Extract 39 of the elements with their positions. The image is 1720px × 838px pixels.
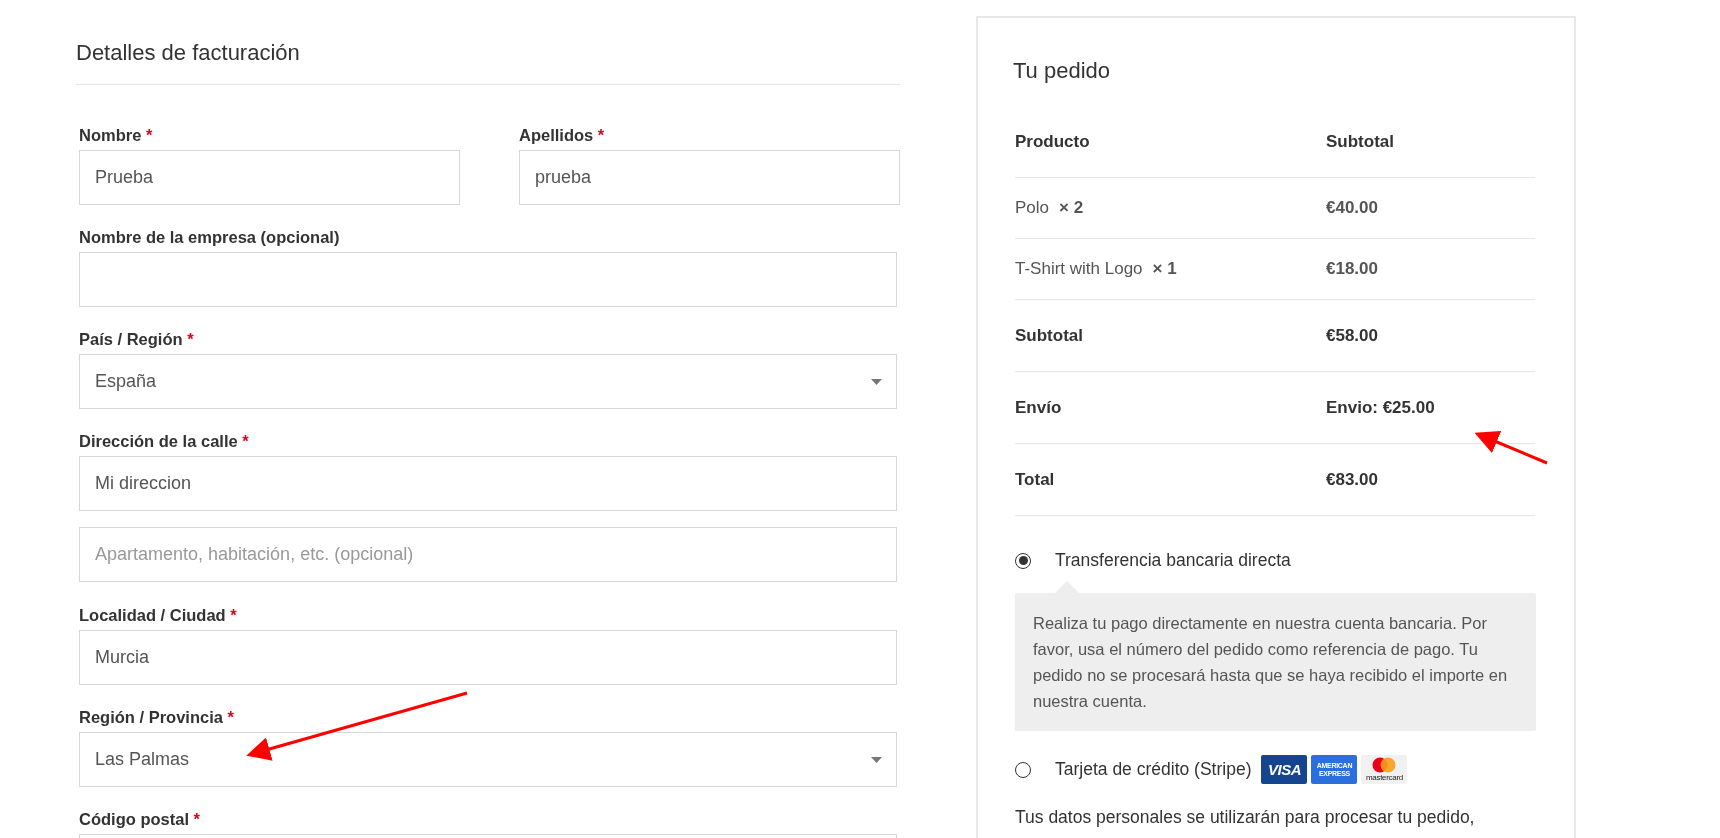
field-label: Apellidos * <box>519 125 605 145</box>
payment-method-label[interactable]: Transferencia bancaria directa <box>1055 550 1291 571</box>
mastercard-logo: mastercard <box>1361 755 1408 784</box>
column-header: Producto <box>1015 131 1090 152</box>
visa-logo: VISA <box>1261 755 1308 784</box>
price-text: €40.00 <box>1326 198 1378 218</box>
select-field[interactable]: Las Palmas <box>79 732 897 787</box>
column-header: Subtotal <box>1326 131 1394 152</box>
caret-icon <box>871 379 882 385</box>
caret-icon <box>871 757 882 763</box>
field-label: Nombre * <box>79 125 153 145</box>
input-field[interactable]: Murcia <box>79 630 897 685</box>
product-quantity: × 1 <box>1152 259 1177 279</box>
total-label: Envío <box>1015 397 1062 418</box>
price-text: Envio: €25.00 <box>1326 397 1435 418</box>
select-field[interactable]: España <box>79 354 897 409</box>
product-quantity: × 2 <box>1059 198 1084 218</box>
panel-title: Tu pedido <box>1013 57 1111 85</box>
field-label: Código postal * <box>79 809 200 829</box>
input-field[interactable]: prueba <box>519 150 900 205</box>
field-label: Localidad / Ciudad * <box>79 605 237 625</box>
section-heading: Detalles de facturación <box>76 38 900 85</box>
field-label: Nombre de la empresa (opcional) <box>79 227 340 247</box>
field-label: Dirección de la calle * <box>79 431 249 451</box>
price-text: €83.00 <box>1326 469 1378 490</box>
product-name: T-Shirt with Logo <box>1015 259 1143 279</box>
total-label: Total <box>1015 469 1055 490</box>
payment-description: Realiza tu pago directamente en nuestra cuenta bancaria. Por favor, usa el número del pedido como referencia de pago. Tu pedido no se procesará hasta que se haya recibido el importe en nuestra cuenta. <box>1015 593 1536 731</box>
payment-method-label[interactable]: Tarjeta de crédito (Stripe) <box>1055 759 1252 780</box>
price-text: €18.00 <box>1326 259 1378 279</box>
field-label: País / Región * <box>79 329 194 349</box>
input-field[interactable]: Prueba <box>79 150 460 205</box>
price-text: €58.00 <box>1326 325 1378 346</box>
privacy-text: Tus datos personales se utilizarán para procesar tu pedido, <box>1015 806 1476 828</box>
input-field[interactable]: Mi direccion <box>79 456 897 511</box>
total-label: Subtotal <box>1015 325 1083 346</box>
input-field[interactable] <box>79 252 897 307</box>
field-label: Región / Provincia * <box>79 707 234 727</box>
product-name: Polo <box>1015 198 1050 218</box>
